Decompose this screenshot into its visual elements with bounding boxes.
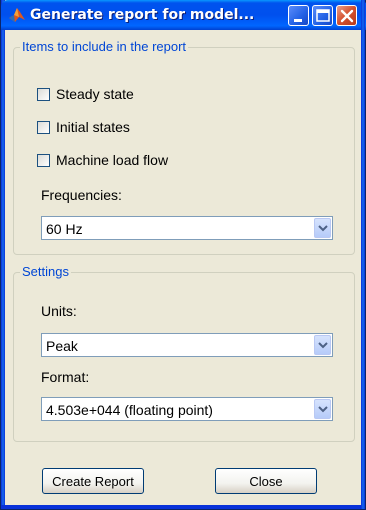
format-value: 4.503e+044 (floating point) — [46, 402, 213, 418]
units-select[interactable]: Peak — [41, 333, 333, 357]
minimize-icon — [294, 19, 302, 22]
checkbox-label: Machine load flow — [56, 152, 169, 168]
frequencies-label: Frequencies: — [41, 187, 122, 203]
create-report-button[interactable]: Create Report — [42, 468, 144, 494]
matlab-icon — [9, 8, 25, 22]
settings-group-legend: Settings — [20, 264, 71, 280]
close-button[interactable]: Close — [215, 468, 317, 494]
frequencies-select[interactable]: 60 Hz — [41, 216, 333, 240]
checkbox-box[interactable] — [37, 87, 50, 101]
checkbox-box[interactable] — [37, 153, 50, 167]
window-frame — [1, 505, 365, 509]
format-label: Format: — [41, 369, 90, 385]
initial-states-checkbox[interactable]: Initial states — [37, 118, 130, 136]
maximize-icon — [316, 9, 330, 22]
checkbox-label: Steady state — [56, 86, 134, 102]
window-title: Generate report for model... — [30, 7, 255, 23]
minimize-button[interactable] — [288, 5, 309, 26]
units-value: Peak — [46, 338, 78, 354]
items-group-legend: Items to include in the report — [20, 39, 189, 55]
dropdown-button[interactable] — [314, 399, 331, 419]
title-bar[interactable]: Generate report for model... — [1, 0, 366, 30]
frequencies-value: 60 Hz — [46, 221, 83, 237]
checkbox-box[interactable] — [37, 120, 50, 134]
close-window-button[interactable] — [336, 5, 357, 26]
dropdown-button[interactable] — [314, 335, 331, 355]
close-icon — [340, 9, 354, 23]
checkbox-label: Initial states — [56, 119, 130, 135]
format-select[interactable]: 4.503e+044 (floating point) — [41, 397, 333, 421]
report-dialog: Generate report for model... Items to in… — [0, 0, 366, 510]
machine-load-flow-checkbox[interactable]: Machine load flow — [37, 151, 168, 169]
chevron-down-icon — [318, 225, 328, 232]
chevron-down-icon — [318, 342, 328, 349]
dropdown-button[interactable] — [314, 218, 331, 238]
maximize-button[interactable] — [312, 5, 333, 26]
steady-state-checkbox[interactable]: Steady state — [37, 85, 134, 103]
chevron-down-icon — [318, 406, 328, 413]
units-label: Units: — [41, 303, 77, 319]
